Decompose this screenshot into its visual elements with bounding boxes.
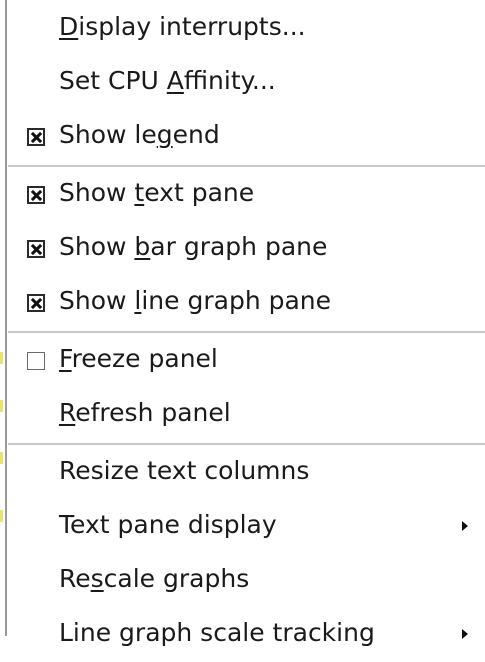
menu-separator	[8, 165, 485, 167]
menu-item-mnemonic: g	[156, 120, 173, 149]
menu-item-mnemonic: D	[59, 12, 79, 41]
menu-item-label-text: cale graphs	[103, 564, 250, 593]
menu-item-label-text: Show	[59, 286, 135, 315]
menu-item-mnemonic: A	[166, 66, 184, 95]
submenu-arrow-icon	[462, 629, 468, 639]
menu-item[interactable]: Resize text columns	[8, 446, 485, 500]
menu-item-label-text: Show	[59, 178, 135, 207]
menu-item-mnemonic: b	[134, 232, 151, 261]
menu-item-label: Show text pane	[59, 178, 254, 208]
menu-item-label-text: ffinity...	[183, 66, 276, 95]
checkbox-unchecked-icon[interactable]	[27, 352, 45, 370]
menu-item-label-text: Line graph scale tracking	[59, 618, 375, 647]
menu-item[interactable]: Line graph scale tracking	[8, 608, 485, 662]
menu-separator	[8, 331, 485, 333]
background-window-edge	[0, 0, 7, 636]
checkbox-checked-icon[interactable]	[27, 128, 45, 146]
menu-item-label: Freeze panel	[59, 344, 218, 374]
menu-item-label: Show line graph pane	[59, 286, 331, 316]
menu-item-mnemonic: R	[59, 398, 76, 427]
menu-item-mnemonic: s	[90, 564, 104, 593]
menu-item-label: Show legend	[59, 120, 220, 150]
checkbox-checked-icon[interactable]	[27, 294, 45, 312]
menu-item-label: Refresh panel	[59, 398, 231, 428]
window-border-line	[5, 0, 7, 636]
menu-item-label-text: ine graph pane	[141, 286, 332, 315]
menu-item-label-text: reeze panel	[71, 344, 218, 373]
submenu-arrow-icon	[462, 521, 468, 531]
menu-item-label-text: ar graph pane	[150, 232, 328, 261]
menu-item-label-text: ext pane	[144, 178, 255, 207]
context-menu: Display interrupts... Set CPU Affinity...…	[8, 2, 485, 647]
edge-highlight	[0, 352, 3, 364]
menu-item-label-text: Re	[59, 564, 91, 593]
menu-item-label-text: Set CPU	[59, 66, 167, 95]
menu-separator	[8, 443, 485, 445]
menu-item-label: Set CPU Affinity...	[59, 66, 276, 96]
menu-item-label-text: Show	[59, 232, 135, 261]
menu-item[interactable]: Rescale graphs	[8, 554, 485, 608]
menu-item-label-text: Show le	[59, 120, 157, 149]
menu-item-mnemonic: F	[59, 344, 72, 373]
menu-item[interactable]: Show bar graph pane	[8, 222, 485, 276]
menu-item[interactable]: Show legend	[8, 110, 485, 164]
menu-item-label-text: Text pane display	[59, 510, 277, 539]
menu-item-label: Text pane display	[59, 510, 277, 540]
menu-item-label: Rescale graphs	[59, 564, 249, 594]
menu-item-label: Show bar graph pane	[59, 232, 327, 262]
menu-item[interactable]: Show line graph pane	[8, 276, 485, 330]
menu-item[interactable]: Display interrupts...	[8, 2, 485, 56]
menu-item[interactable]: Freeze panel	[8, 334, 485, 388]
menu-item-label-text: end	[172, 120, 220, 149]
menu-item[interactable]: Show text pane	[8, 168, 485, 222]
menu-item-label-text: isplay interrupts...	[78, 12, 306, 41]
checkbox-checked-icon[interactable]	[27, 186, 45, 204]
checkbox-checked-icon[interactable]	[27, 240, 45, 258]
menu-item[interactable]: Text pane display	[8, 500, 485, 554]
edge-highlight	[0, 400, 3, 412]
menu-item-label-text: Resize text columns	[59, 456, 310, 485]
edge-highlight	[0, 510, 3, 522]
menu-item-label: Display interrupts...	[59, 12, 306, 42]
menu-item-mnemonic: t	[134, 178, 145, 207]
menu-item-label: Line graph scale tracking	[59, 618, 375, 648]
menu-item[interactable]: Refresh panel	[8, 388, 485, 442]
menu-item-label: Resize text columns	[59, 456, 309, 486]
menu-item-label-text: efresh panel	[75, 398, 231, 427]
menu-item[interactable]: Set CPU Affinity...	[8, 56, 485, 110]
edge-highlight	[0, 452, 3, 464]
